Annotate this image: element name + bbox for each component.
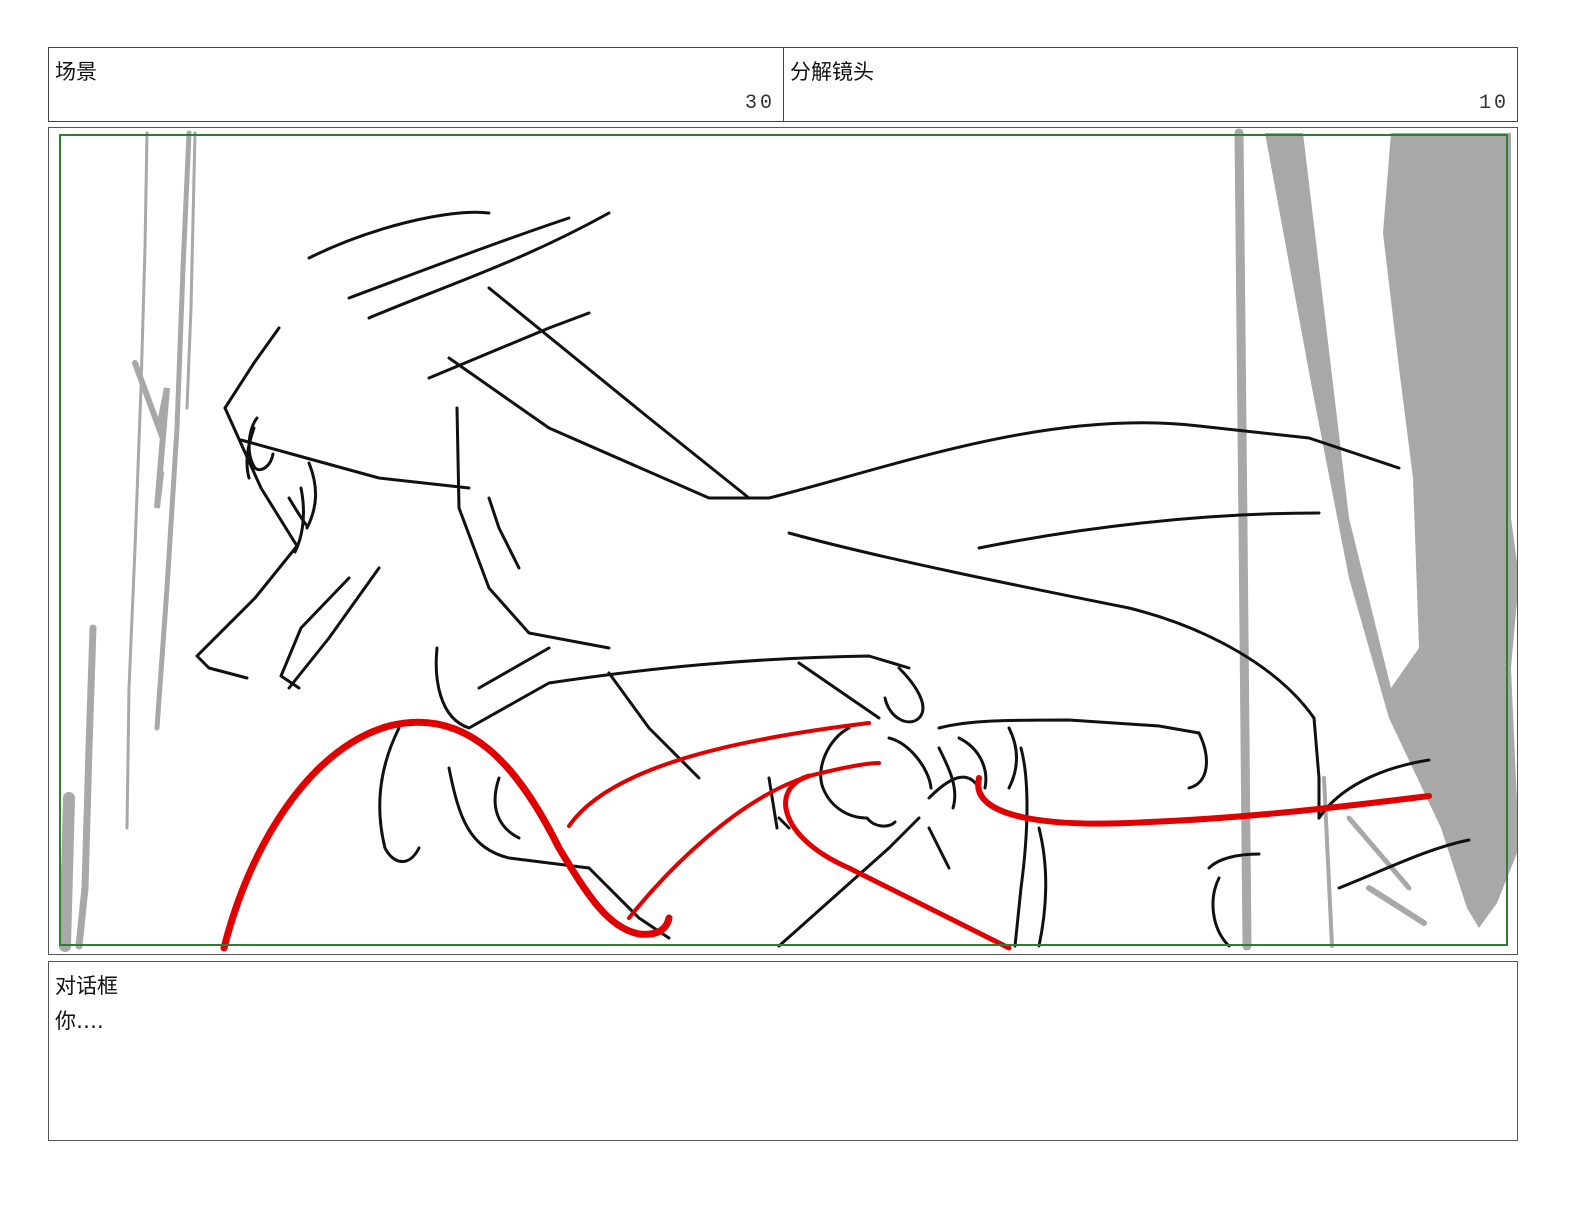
panel-sketch (59, 128, 1517, 952)
scene-field: 场景 30 (49, 48, 783, 121)
storyboard-header: 场景 30 分解镜头 10 (48, 47, 1518, 122)
shot-label: 分解镜头 (790, 60, 874, 84)
scene-number: 30 (744, 92, 775, 115)
rough-sketch-strokes (59, 128, 1427, 952)
shot-number: 10 (1478, 92, 1509, 115)
shot-field: 分解镜头 10 (783, 48, 1517, 121)
dialog-label: 对话框 (55, 974, 118, 998)
character-line-art (195, 210, 1471, 948)
dialog-text: 你…. (55, 1009, 104, 1033)
scene-label: 场景 (55, 60, 97, 84)
dialog-box: 对话框 你…. (48, 961, 1518, 1141)
storyboard-panel (48, 127, 1518, 955)
